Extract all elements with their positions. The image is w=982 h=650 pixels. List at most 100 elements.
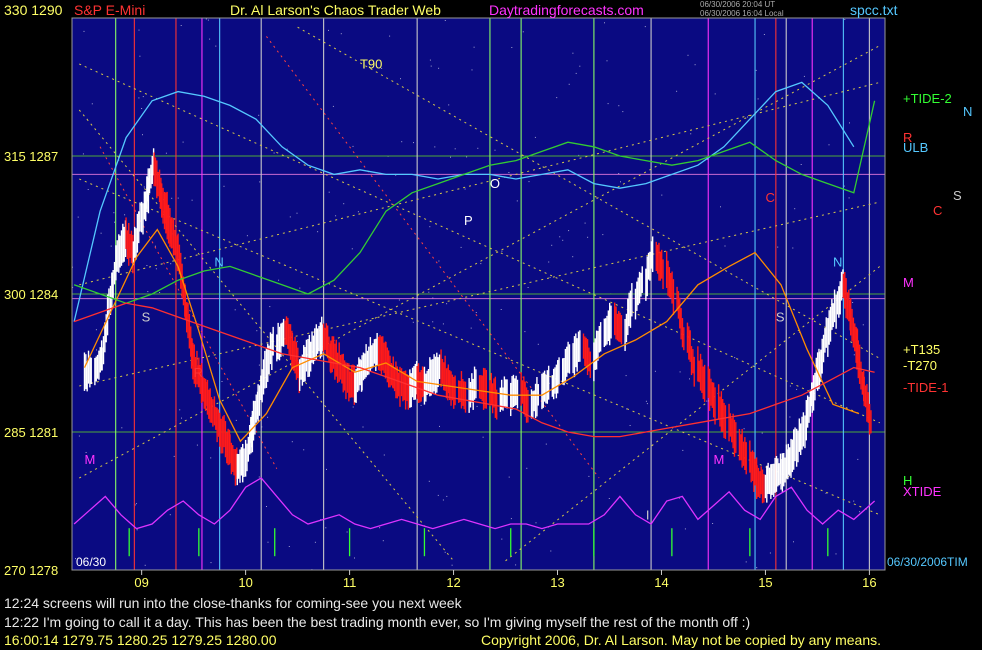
legend-right-1: N — [963, 104, 972, 119]
noise-dot — [714, 93, 716, 95]
noise-dot — [258, 114, 260, 116]
legend-right-8: -T270 — [903, 358, 937, 373]
noise-dot — [572, 256, 574, 258]
noise-dot — [796, 388, 798, 390]
noise-dot — [579, 65, 581, 67]
noise-dot — [362, 426, 364, 428]
noise-dot — [246, 235, 248, 237]
noise-dot — [182, 141, 184, 143]
noise-dot — [169, 514, 171, 516]
noise-dot — [803, 75, 805, 77]
noise-dot — [429, 59, 431, 61]
noise-dot — [559, 236, 561, 238]
noise-dot — [454, 148, 456, 150]
noise-dot — [645, 400, 647, 402]
noise-dot — [78, 435, 80, 437]
x-tick-label-2: 11 — [343, 575, 357, 590]
noise-dot — [379, 527, 381, 529]
chart-annotation-6: S — [776, 310, 785, 325]
site-link[interactable]: Daytradingforecasts.com — [489, 2, 644, 18]
noise-dot — [622, 111, 624, 113]
y-tick-label-3: 285 1281 — [4, 425, 58, 440]
legend-right-7: +T135 — [903, 342, 940, 357]
noise-dot — [124, 214, 126, 216]
noise-dot — [442, 323, 444, 325]
left-date-label: 06/30 — [76, 555, 106, 569]
noise-dot — [689, 378, 690, 380]
noise-dot — [769, 552, 771, 554]
noise-dot — [278, 279, 280, 281]
noise-dot — [343, 203, 345, 205]
timestamp-ut: 06/30/2006 20:04 UT — [700, 0, 776, 9]
noise-dot — [428, 480, 430, 482]
noise-dot — [438, 67, 440, 69]
noise-dot — [352, 145, 354, 147]
legend-right-5: S — [953, 188, 962, 203]
noise-dot — [82, 153, 84, 155]
price-top-label: 330 1290 — [4, 2, 63, 18]
noise-dot — [511, 47, 513, 48]
noise-dot — [401, 141, 403, 143]
x-tick-label-5: 14 — [654, 575, 668, 590]
noise-dot — [267, 416, 269, 418]
right-date-label: 06/30/2006TIM — [887, 555, 968, 569]
noise-dot — [332, 105, 334, 107]
noise-dot — [477, 147, 479, 149]
noise-dot — [412, 321, 414, 323]
noise-dot — [83, 30, 85, 32]
noise-dot — [444, 20, 446, 21]
noise-dot — [852, 302, 854, 303]
noise-dot — [446, 303, 448, 305]
data-file-name: spcc.txt — [850, 2, 898, 18]
noise-dot — [629, 425, 631, 426]
noise-dot — [289, 216, 291, 218]
y-tick-label-1: 315 1287 — [4, 149, 58, 164]
noise-dot — [535, 522, 537, 524]
noise-dot — [835, 553, 837, 555]
noise-dot — [432, 321, 434, 323]
noise-dot — [794, 208, 796, 210]
noise-dot — [551, 244, 553, 246]
noise-dot — [439, 425, 440, 427]
noise-dot — [679, 371, 681, 373]
noise-dot — [258, 476, 260, 478]
chart-annotation-11: I — [646, 507, 650, 522]
noise-dot — [136, 529, 138, 531]
noise-dot — [501, 538, 503, 540]
noise-dot — [383, 454, 385, 456]
noise-dot — [205, 18, 207, 20]
noise-dot — [138, 97, 140, 99]
legend-right-6: M — [903, 275, 914, 290]
noise-dot — [77, 216, 79, 218]
noise-dot — [466, 156, 468, 158]
noise-dot — [724, 245, 726, 247]
noise-dot — [848, 197, 850, 199]
site-title: Dr. Al Larson's Chaos Trader Web — [230, 2, 441, 18]
noise-dot — [572, 52, 574, 54]
legend-right-9: -TIDE-1 — [903, 380, 949, 395]
noise-dot — [352, 406, 354, 408]
noise-dot — [528, 181, 530, 183]
noise-dot — [142, 96, 144, 98]
noise-dot — [625, 375, 627, 377]
legend-right-11: XTIDE — [903, 484, 942, 499]
chart-annotation-0: T90 — [360, 57, 382, 72]
noise-dot — [825, 492, 827, 494]
noise-dot — [575, 72, 577, 74]
noise-dot — [413, 142, 414, 144]
noise-dot — [687, 54, 689, 56]
noise-dot — [761, 432, 763, 434]
noise-dot — [400, 78, 401, 80]
chart-annotation-4: N — [833, 254, 842, 269]
noise-dot — [325, 527, 327, 529]
noise-dot — [588, 475, 590, 477]
noise-dot — [482, 436, 484, 438]
chart-window: T90 O P N N S S R C M M I 09 10 11 12 13 14 15 16 315 1287 30… — [0, 0, 982, 650]
message-line-1: 12:24 screens will run into the close-th… — [4, 595, 462, 611]
noise-dot — [288, 546, 290, 547]
chart-annotation-7: R — [194, 365, 203, 380]
noise-dot — [844, 19, 846, 20]
noise-dot — [556, 97, 558, 99]
chart-annotation-10: M — [713, 452, 724, 467]
noise-dot — [177, 197, 179, 199]
